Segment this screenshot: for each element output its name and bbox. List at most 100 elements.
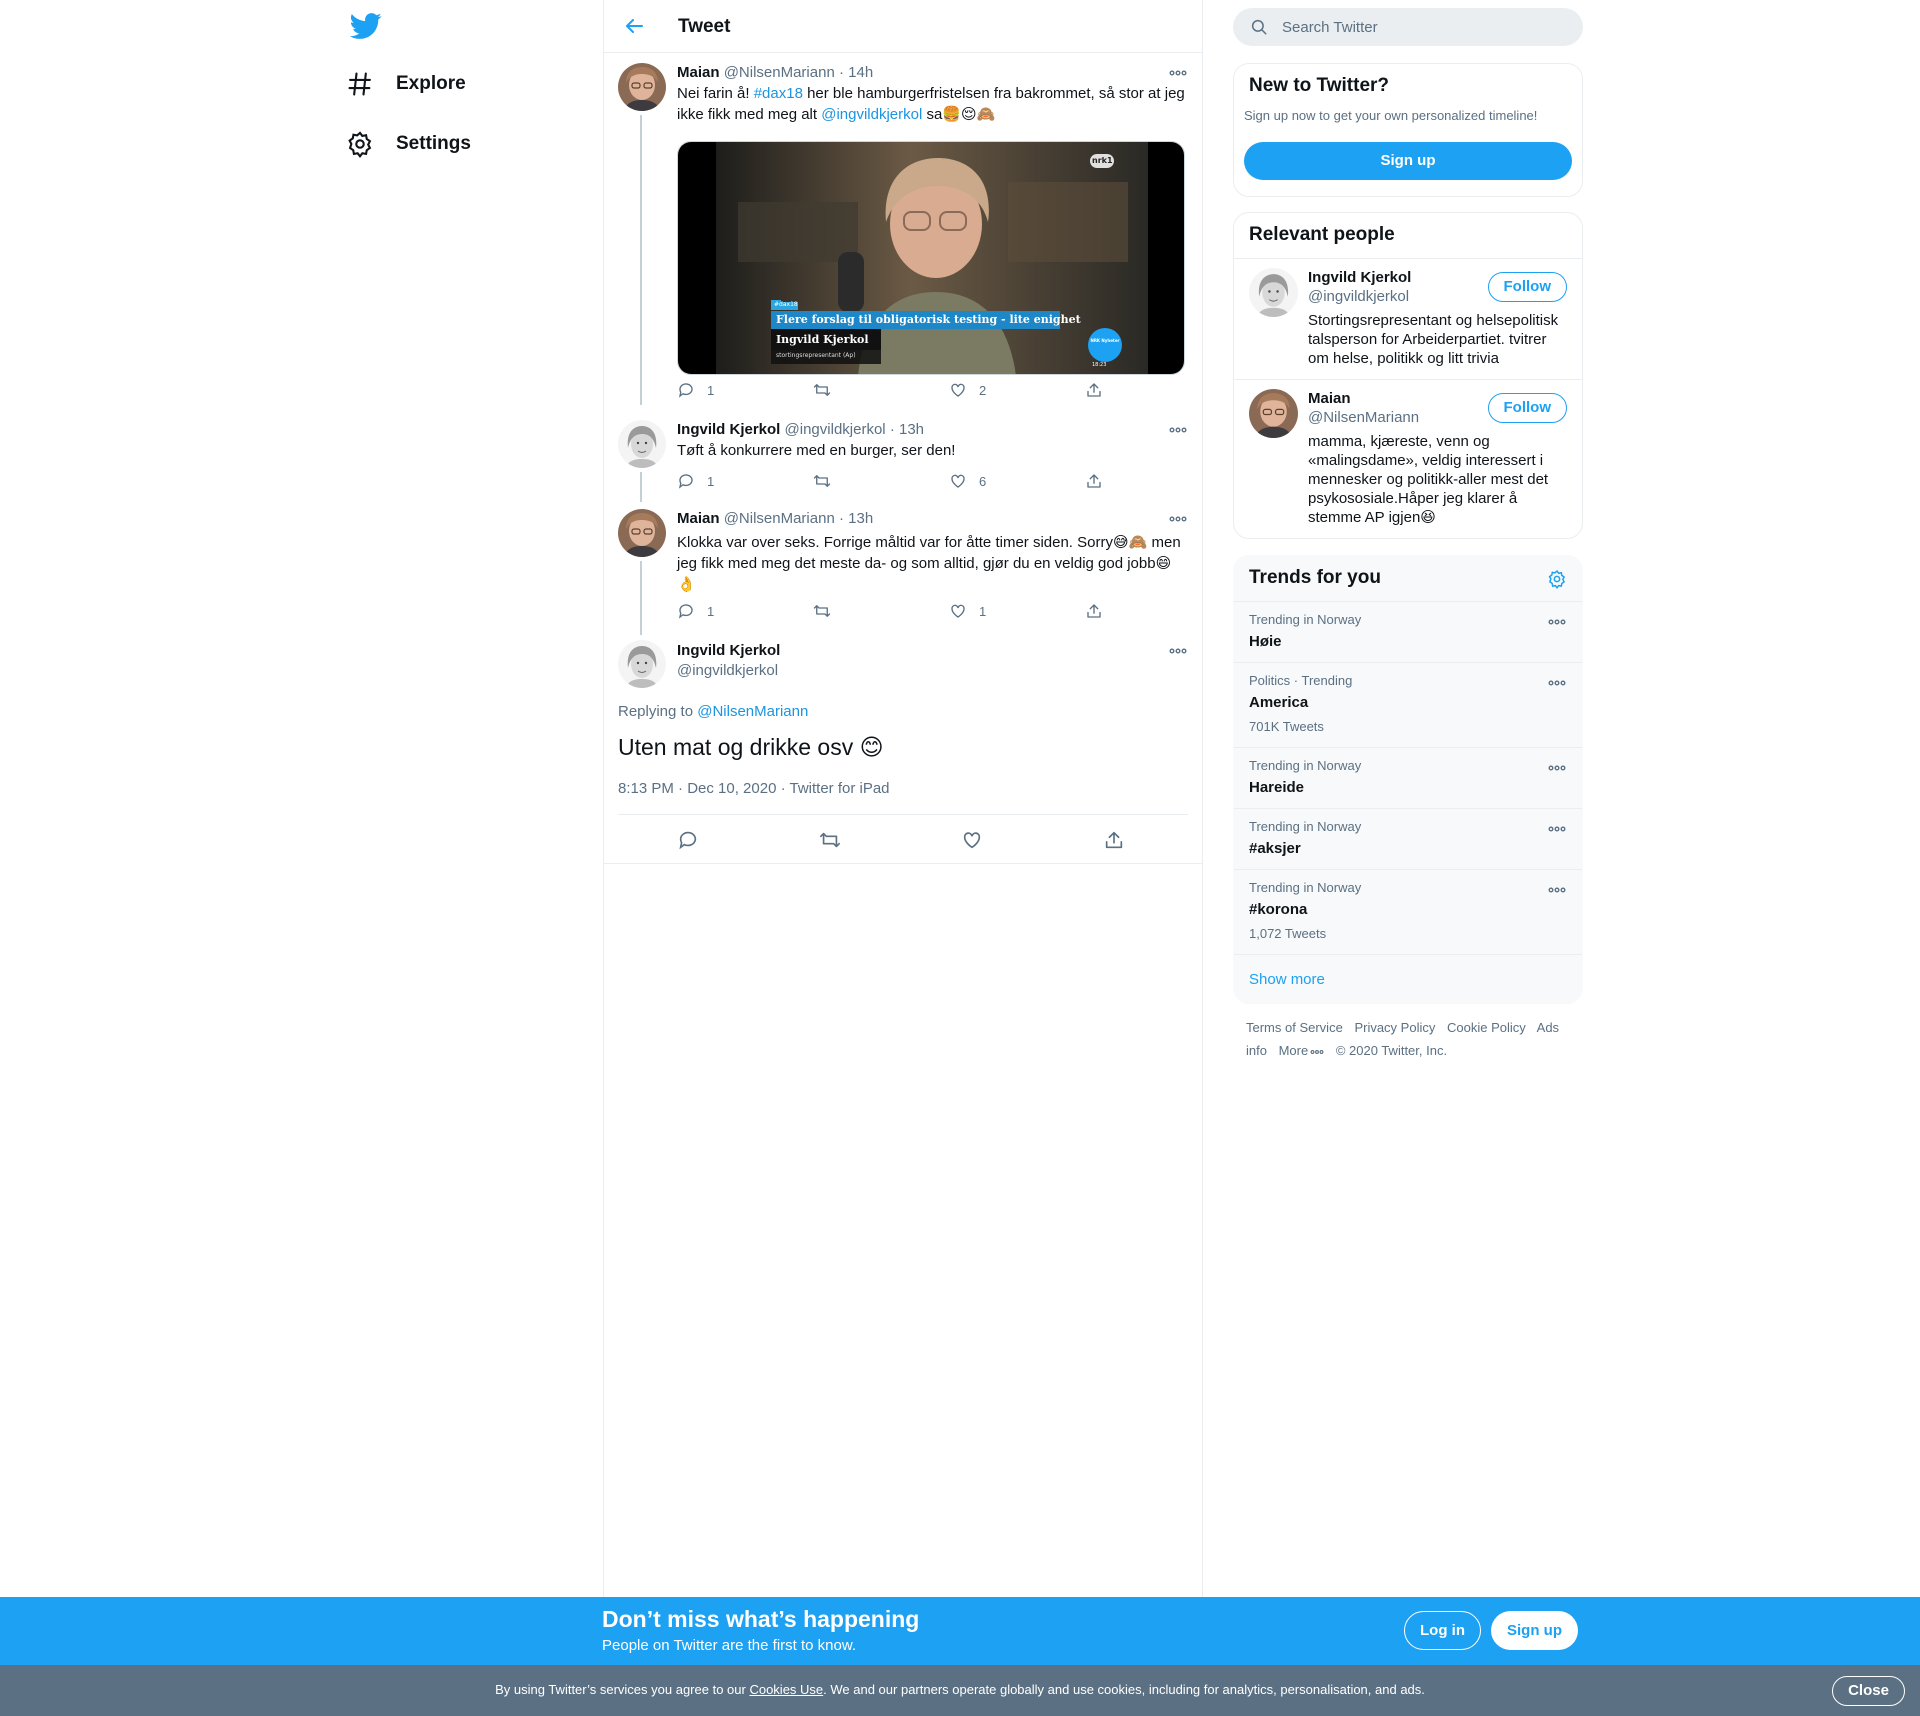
retweet-button[interactable] [813,602,831,620]
close-button[interactable]: Close [1832,1676,1905,1706]
share-button[interactable] [1103,829,1125,851]
footer-links: Terms of Service Privacy Policy Cookie P… [1246,1016,1576,1062]
cookies-use-link[interactable]: Cookies Use [749,1682,823,1697]
author-name[interactable]: Maian [677,64,720,81]
like-button[interactable] [961,829,983,851]
log-in-button[interactable]: Log in [1404,1611,1481,1650]
reply-button[interactable]: 1 [677,381,714,399]
reply-button[interactable]: 1 [677,472,714,490]
author-handle[interactable]: @ingvildkjerkol [677,661,1188,681]
more-options-icon[interactable] [1168,643,1188,659]
media-clock: 18:23 [1092,362,1107,368]
more-options-icon[interactable] [1547,760,1567,776]
like-button[interactable]: 2 [949,381,986,399]
hashtag-icon [348,72,371,96]
retweet-icon [813,475,831,487]
tweet-text: Klokka var over seks. Forrige måltid var… [677,533,1181,593]
trend-name: Hareide [1249,779,1305,796]
reply-button[interactable] [677,829,699,851]
show-more-row[interactable]: Show more [1234,954,1582,1003]
sign-up-button[interactable]: Sign up [1491,1611,1578,1650]
avatar[interactable] [1249,389,1298,438]
person-row[interactable]: Maian @NilsenMariann mamma, kjæreste, ve… [1234,379,1582,538]
retweet-button[interactable] [819,829,841,851]
trend-context: Trending in Norway [1249,612,1362,627]
trend-context: Trending in Norway [1249,758,1362,773]
nav-settings[interactable]: Settings [346,120,471,168]
more-options-icon[interactable] [1168,65,1188,81]
search-input[interactable] [1282,18,1552,36]
tweet-text: Nei farin å! #dax18 her ble hamburgerfri… [677,85,1185,123]
avatar[interactable] [618,640,666,688]
trend-item[interactable]: Trending in Norway Høie [1234,601,1582,662]
gear-icon[interactable] [1547,569,1567,589]
replying-to-link[interactable]: @NilsenMariann [697,703,808,720]
follow-button[interactable]: Follow [1487,393,1567,423]
reply-icon [679,831,697,850]
nav-explore[interactable]: Explore [346,60,466,108]
more-options-icon[interactable] [1168,422,1188,438]
mention-link[interactable]: @ingvildkjerkol [821,106,922,123]
reply-button[interactable]: 1 [677,602,714,620]
trend-name: #korona [1249,901,1308,918]
share-button[interactable] [1085,472,1103,490]
hashtag-link[interactable]: #dax18 [754,85,803,102]
avatar[interactable] [618,509,666,557]
twitter-bird-icon[interactable] [350,10,382,42]
more-options-icon[interactable] [1168,511,1188,527]
sign-up-button[interactable]: Sign up [1244,142,1572,180]
search-box[interactable] [1233,8,1583,46]
author-name[interactable]: Ingvild Kjerkol [677,421,780,438]
author-name[interactable]: Maian [677,510,720,527]
follow-button[interactable]: Follow [1487,272,1567,302]
tweet-time[interactable]: 13h [848,510,873,527]
tweet-media-video[interactable]: #dax18 Flere forslag til obligatorisk te… [677,141,1185,375]
trend-item[interactable]: Politics · Trending America 701K Tweets [1234,662,1582,747]
nav-explore-label: Explore [396,73,466,94]
copyright: © 2020 Twitter, Inc. [1335,1043,1448,1058]
trend-count: 701K Tweets [1249,719,1324,734]
like-count: 2 [979,382,987,398]
reply-icon [678,604,693,619]
more-dots-icon [1310,1049,1324,1054]
tweet-header: Ingvild Kjerkol @ingvildkjerkol · 13h [677,421,925,438]
author-name[interactable]: Ingvild Kjerkol [677,641,1188,661]
more-options-icon[interactable] [1547,614,1567,630]
terms-link[interactable]: Terms of Service [1246,1020,1343,1035]
retweet-button[interactable] [813,472,831,490]
person-row[interactable]: Ingvild Kjerkol @ingvildkjerkol Storting… [1234,258,1582,380]
avatar[interactable] [1249,268,1298,317]
person-bio: mamma, kjæreste, venn og «malingsdame», … [1308,433,1549,526]
author-handle[interactable]: @NilsenMariann [724,64,835,81]
retweet-icon [813,384,831,396]
more-options-icon[interactable] [1547,882,1567,898]
more-options-icon[interactable] [1547,821,1567,837]
trend-item[interactable]: Trending in Norway Hareide [1234,747,1582,808]
search-icon [1251,19,1267,35]
tweet-time[interactable]: 13h [899,421,924,438]
person-bio: Stortingsrepresentant og helsepolitisk t… [1308,312,1559,367]
more-options-icon[interactable] [1547,675,1567,691]
avatar[interactable] [618,420,666,468]
cookie-policy-link[interactable]: Cookie Policy [1447,1020,1526,1035]
avatar[interactable] [618,63,666,111]
show-more-link[interactable]: Show more [1249,971,1325,988]
more-link[interactable]: More [1279,1043,1325,1058]
tweet-time[interactable]: 14h [848,64,873,81]
retweet-button[interactable] [813,381,831,399]
gear-icon [348,131,372,158]
thread-tweet[interactable]: Ingvild Kjerkol @ingvildkjerkol · 13h Tø… [618,420,1188,502]
like-button[interactable]: 1 [949,602,986,620]
trend-item[interactable]: Trending in Norway #korona 1,072 Tweets [1234,869,1582,954]
trend-item[interactable]: Trending in Norway #aksjer [1234,808,1582,869]
share-button[interactable] [1085,602,1103,620]
thread-tweet[interactable]: Maian @NilsenMariann · 13h Klokka var ov… [618,509,1188,635]
arrow-left-icon[interactable] [622,14,646,38]
share-button[interactable] [1085,381,1103,399]
author-handle[interactable]: @ingvildkjerkol [785,421,886,438]
thread-tweet[interactable]: Maian @NilsenMariann · 14h Nei farin å! … [618,63,1188,408]
like-button[interactable]: 6 [949,472,986,490]
privacy-link[interactable]: Privacy Policy [1354,1020,1435,1035]
author-handle[interactable]: @NilsenMariann [724,510,835,527]
tweet-timestamp[interactable]: 8:13 PM · Dec 10, 2020 · Twitter for iPa… [618,780,890,797]
